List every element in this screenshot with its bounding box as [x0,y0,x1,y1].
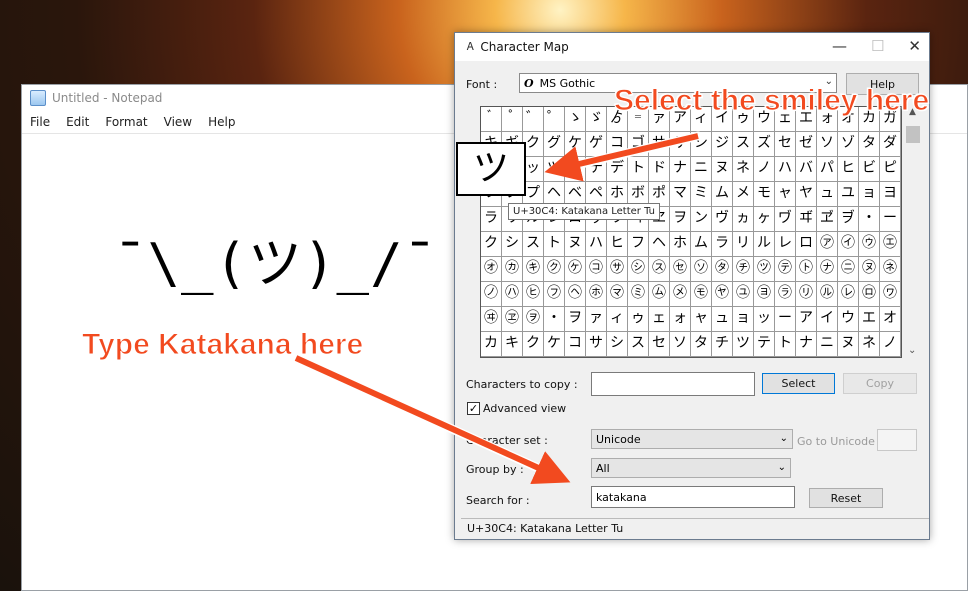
annotation-select-smiley: Select the smiley here [613,84,930,118]
annotation-type-katakana: Type Katakana here [81,328,364,362]
katakana-arrow-fill [294,355,571,484]
smiley-arrow-fill [544,133,699,182]
